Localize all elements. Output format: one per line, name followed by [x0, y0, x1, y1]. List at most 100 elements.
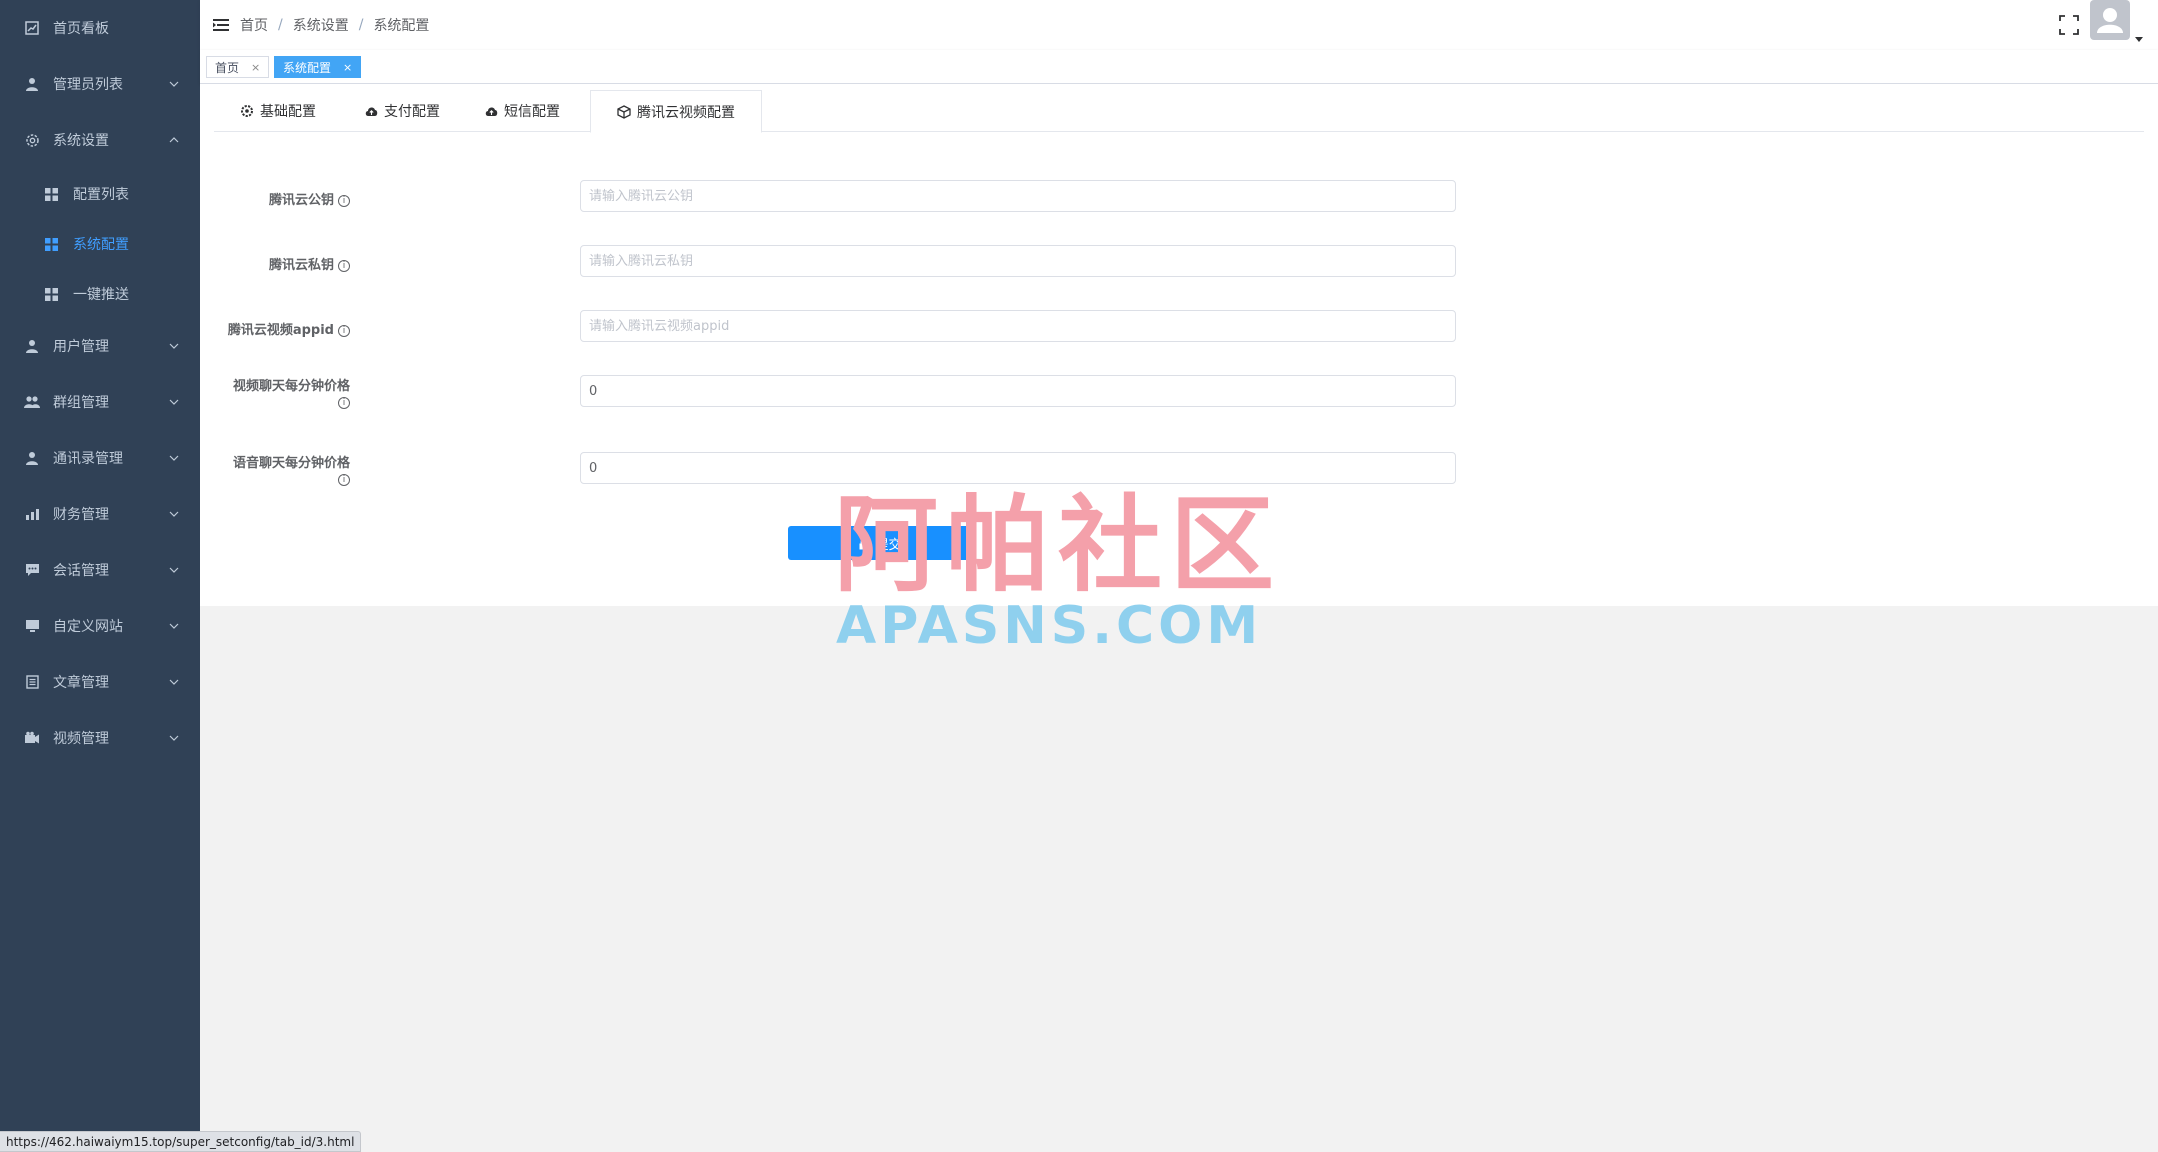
gear-icon — [240, 104, 254, 118]
sidebar-item-label: 用户管理 — [53, 339, 109, 355]
sidebar-item-dashboard[interactable]: 首页看板 — [0, 2, 200, 54]
sidebar-subitem-config-list[interactable]: 配置列表 — [0, 170, 200, 218]
sidebar-item-groups[interactable]: 群组管理 — [0, 376, 200, 428]
chevron-down-icon — [168, 508, 180, 520]
chevron-down-icon — [168, 396, 180, 408]
chevron-down-icon — [168, 564, 180, 576]
sidebar-item-custom-site[interactable]: 自定义网站 — [0, 600, 200, 652]
cube-icon — [617, 104, 631, 119]
sidebar-item-label: 管理员列表 — [53, 77, 123, 93]
tab-label: 支付配置 — [384, 104, 440, 120]
sidebar-item-label: 通讯录管理 — [53, 451, 123, 467]
appid-input[interactable] — [580, 310, 1456, 342]
contact-icon — [24, 450, 40, 466]
watermark-en: APASNS.COM — [836, 596, 1263, 656]
video-price-label: 视频聊天每分钟价格 i — [232, 379, 350, 409]
breadcrumb: 首页 / 系统设置 / 系统配置 — [240, 0, 429, 50]
info-icon: i — [338, 473, 350, 486]
form-row-private-key: 腾讯云私钥 i — [200, 245, 1500, 279]
sidebar-subitem-label: 配置列表 — [73, 187, 129, 203]
appid-label: 腾讯云视频appid i — [228, 319, 350, 338]
watermark-cn: 阿帕社区 — [834, 484, 1283, 606]
avatar[interactable] — [2090, 0, 2130, 40]
sidebar-item-label: 自定义网站 — [53, 619, 123, 635]
cloud-icon — [364, 104, 378, 118]
info-icon: i — [338, 324, 350, 337]
sidebar: 首页看板 管理员列表 系统设置 配置列表 系统配置 一键推送 用户管理 群组管理… — [0, 0, 200, 1152]
browser-status-bar: https://462.haiwaiym15.top/super_setconf… — [0, 1131, 362, 1152]
hamburger-icon[interactable] — [212, 16, 230, 34]
group-icon — [24, 394, 40, 410]
chart-icon — [24, 20, 40, 36]
sidebar-item-finance[interactable]: 财务管理 — [0, 488, 200, 540]
private-key-label: 腾讯云私钥 i — [269, 254, 350, 273]
breadcrumb-separator: / — [278, 17, 283, 33]
form-row-appid: 腾讯云视频appid i — [200, 310, 1500, 344]
tab-label: 短信配置 — [504, 104, 560, 120]
sidebar-subitem-system-config[interactable]: 系统配置 — [0, 220, 200, 268]
breadcrumb-item-system-settings[interactable]: 系统设置 — [293, 15, 349, 35]
form-row-public-key: 腾讯云公钥 i — [200, 180, 1500, 214]
status-url: https://462.haiwaiym15.top/super_setconf… — [6, 1134, 355, 1149]
sidebar-item-label: 会话管理 — [53, 563, 109, 579]
form-row-video-price: 视频聊天每分钟价格 i — [200, 375, 1500, 419]
grid-icon — [44, 187, 59, 202]
close-icon[interactable]: × — [343, 61, 352, 74]
tab-tencent-video-config[interactable]: 腾讯云视频配置 — [590, 90, 762, 133]
sidebar-item-label: 财务管理 — [53, 507, 109, 523]
private-key-input[interactable] — [580, 245, 1456, 277]
sidebar-item-label: 文章管理 — [53, 675, 109, 691]
chevron-down-icon — [168, 676, 180, 688]
breadcrumb-separator: / — [358, 17, 364, 33]
chevron-down-icon — [168, 732, 180, 744]
gear-icon — [24, 132, 40, 148]
article-icon — [24, 674, 40, 690]
grid-icon — [44, 287, 59, 302]
sidebar-item-articles[interactable]: 文章管理 — [0, 656, 200, 708]
sidebar-subitem-label: 一键推送 — [73, 287, 129, 303]
chevron-down-icon — [168, 452, 180, 464]
tab-sms-config[interactable]: 短信配置 — [458, 90, 586, 132]
user-icon — [24, 76, 40, 92]
sidebar-item-label: 视频管理 — [53, 731, 109, 747]
tag-home[interactable]: 首页 × — [206, 56, 270, 78]
info-icon: i — [338, 259, 350, 272]
fullscreen-icon[interactable] — [2058, 14, 2080, 36]
voice-price-input[interactable] — [580, 452, 1456, 484]
close-icon[interactable]: × — [251, 61, 260, 74]
tab-label: 基础配置 — [260, 104, 316, 120]
sidebar-item-sessions[interactable]: 会话管理 — [0, 544, 200, 596]
breadcrumb-item-home[interactable]: 首页 — [240, 15, 268, 35]
sidebar-item-label: 首页看板 — [53, 21, 109, 37]
sidebar-item-contacts[interactable]: 通讯录管理 — [0, 432, 200, 484]
sidebar-item-system-settings[interactable]: 系统设置 — [0, 114, 200, 166]
video-price-input[interactable] — [580, 375, 1456, 407]
tab-payment-config[interactable]: 支付配置 — [338, 90, 466, 132]
sidebar-item-users[interactable]: 用户管理 — [0, 320, 200, 372]
chevron-down-icon — [168, 78, 180, 90]
user-avatar-icon — [2097, 8, 2123, 33]
sidebar-subitem-label: 系统配置 — [73, 237, 129, 253]
tag-system-config[interactable]: 系统配置 × — [274, 56, 362, 78]
info-icon: i — [338, 396, 350, 409]
caret-down-icon[interactable] — [2134, 32, 2144, 42]
video-icon — [24, 730, 40, 746]
navbar: 首页 / 系统设置 / 系统配置 — [200, 0, 2158, 50]
tags-view: 首页 × 系统配置 × — [200, 50, 2158, 84]
chevron-down-icon — [168, 340, 180, 352]
grid-icon — [44, 237, 59, 252]
user-icon — [24, 338, 40, 354]
sidebar-item-videos[interactable]: 视频管理 — [0, 712, 200, 764]
tag-label: 系统配置 — [283, 60, 332, 75]
tab-basic-config[interactable]: 基础配置 — [214, 90, 342, 132]
cloud-icon — [484, 104, 498, 118]
config-tabs: 基础配置 支付配置 短信配置 腾讯云视频配置 — [214, 90, 2144, 133]
info-icon: i — [338, 194, 350, 207]
sidebar-item-admins[interactable]: 管理员列表 — [0, 58, 200, 110]
sidebar-subitem-push[interactable]: 一键推送 — [0, 270, 200, 318]
public-key-input[interactable] — [580, 180, 1456, 212]
sidebar-item-label: 系统设置 — [53, 133, 109, 149]
tab-label: 腾讯云视频配置 — [637, 104, 735, 121]
monitor-icon — [24, 618, 40, 634]
sidebar-item-label: 群组管理 — [53, 395, 109, 411]
